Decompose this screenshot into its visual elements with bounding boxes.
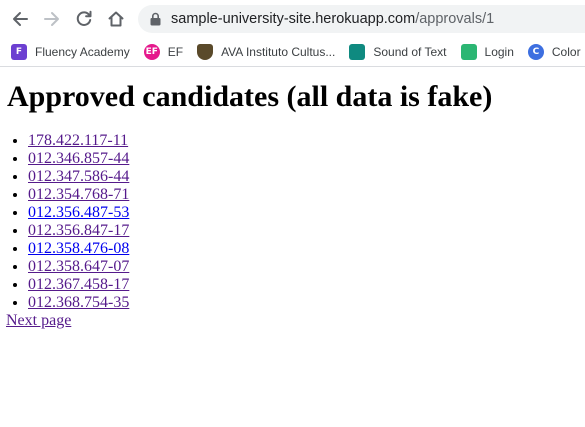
list-item: 012.356.487-53 [28, 204, 579, 222]
bookmarks-bar: F Fluency Academy EF EF AVA Instituto Cultus… [0, 38, 585, 67]
list-item: 012.368.754-35 [28, 294, 579, 312]
list-item: 178.422.117-11 [28, 132, 579, 150]
arrow-left-icon [13, 12, 28, 26]
forward-button[interactable] [39, 6, 65, 32]
list-item: 012.358.476-08 [28, 240, 579, 258]
ef-icon: EF [143, 44, 160, 60]
list-item: 012.347.586-44 [28, 168, 579, 186]
candidate-list: 178.422.117-11012.346.857-44012.347.586-… [6, 132, 579, 312]
sound-of-text-icon [349, 44, 366, 60]
list-item: 012.354.768-71 [28, 186, 579, 204]
fluency-academy-icon: F [11, 44, 27, 60]
candidate-link[interactable]: 012.346.857-44 [28, 150, 129, 167]
bookmark-item[interactable]: EF EF [143, 44, 184, 60]
list-item: 012.346.857-44 [28, 150, 579, 168]
bookmark-label: EF [167, 45, 184, 59]
candidate-link[interactable]: 012.358.476-08 [28, 240, 129, 257]
url-host: sample-university-site.herokuapp.com [171, 11, 416, 27]
url-path: /approvals/1 [415, 11, 495, 27]
candidate-link[interactable]: 012.358.647-07 [28, 258, 129, 275]
candidate-link[interactable]: 178.422.117-11 [28, 132, 128, 149]
candidate-link[interactable]: 012.354.768-71 [28, 186, 129, 203]
bookmark-label: Login [484, 45, 514, 59]
url-text[interactable]: sample-university-site.herokuapp.com/app… [171, 11, 494, 27]
bookmark-item[interactable]: Sound of Text [349, 44, 447, 60]
lock-icon[interactable] [150, 12, 161, 26]
page-title: Approved candidates (all data is fake) [7, 80, 493, 113]
bookmark-label: Fluency Academy [35, 45, 130, 59]
color-icon: C [527, 44, 544, 60]
back-button[interactable] [7, 6, 33, 32]
browser-toolbar: sample-university-site.herokuapp.com/app… [0, 0, 585, 38]
bookmark-item[interactable]: AVA Instituto Cultus... [197, 44, 335, 60]
candidate-link[interactable]: 012.347.586-44 [28, 168, 129, 185]
list-item: 012.358.647-07 [28, 258, 579, 276]
candidate-link[interactable]: 012.367.458-17 [28, 276, 129, 293]
login-icon [460, 44, 477, 60]
next-page-link[interactable]: Next page [6, 312, 71, 330]
arrow-right-icon [44, 12, 59, 26]
list-item: 012.367.458-17 [28, 276, 579, 294]
page-content: Approved candidates (all data is fake) 1… [0, 80, 585, 330]
bookmark-label: AVA Instituto Cultus... [221, 45, 336, 59]
bookmark-label: Color [551, 45, 581, 59]
candidate-link[interactable]: 012.368.754-35 [28, 294, 129, 311]
candidate-link[interactable]: 012.356.847-17 [28, 222, 129, 239]
list-item: 012.356.847-17 [28, 222, 579, 240]
bookmark-item[interactable]: Login [460, 44, 514, 60]
home-icon [108, 11, 124, 27]
bookmark-label: Sound of Text [373, 45, 447, 59]
reload-button[interactable] [71, 6, 97, 32]
bookmark-item[interactable]: C Color [527, 44, 581, 60]
bookmark-item[interactable]: F Fluency Academy [11, 44, 130, 60]
reload-icon [76, 10, 92, 26]
candidate-link[interactable]: 012.356.487-53 [28, 204, 129, 221]
home-button[interactable] [103, 6, 129, 32]
ava-shield-icon [197, 44, 214, 60]
address-bar[interactable]: sample-university-site.herokuapp.com/app… [138, 5, 585, 33]
